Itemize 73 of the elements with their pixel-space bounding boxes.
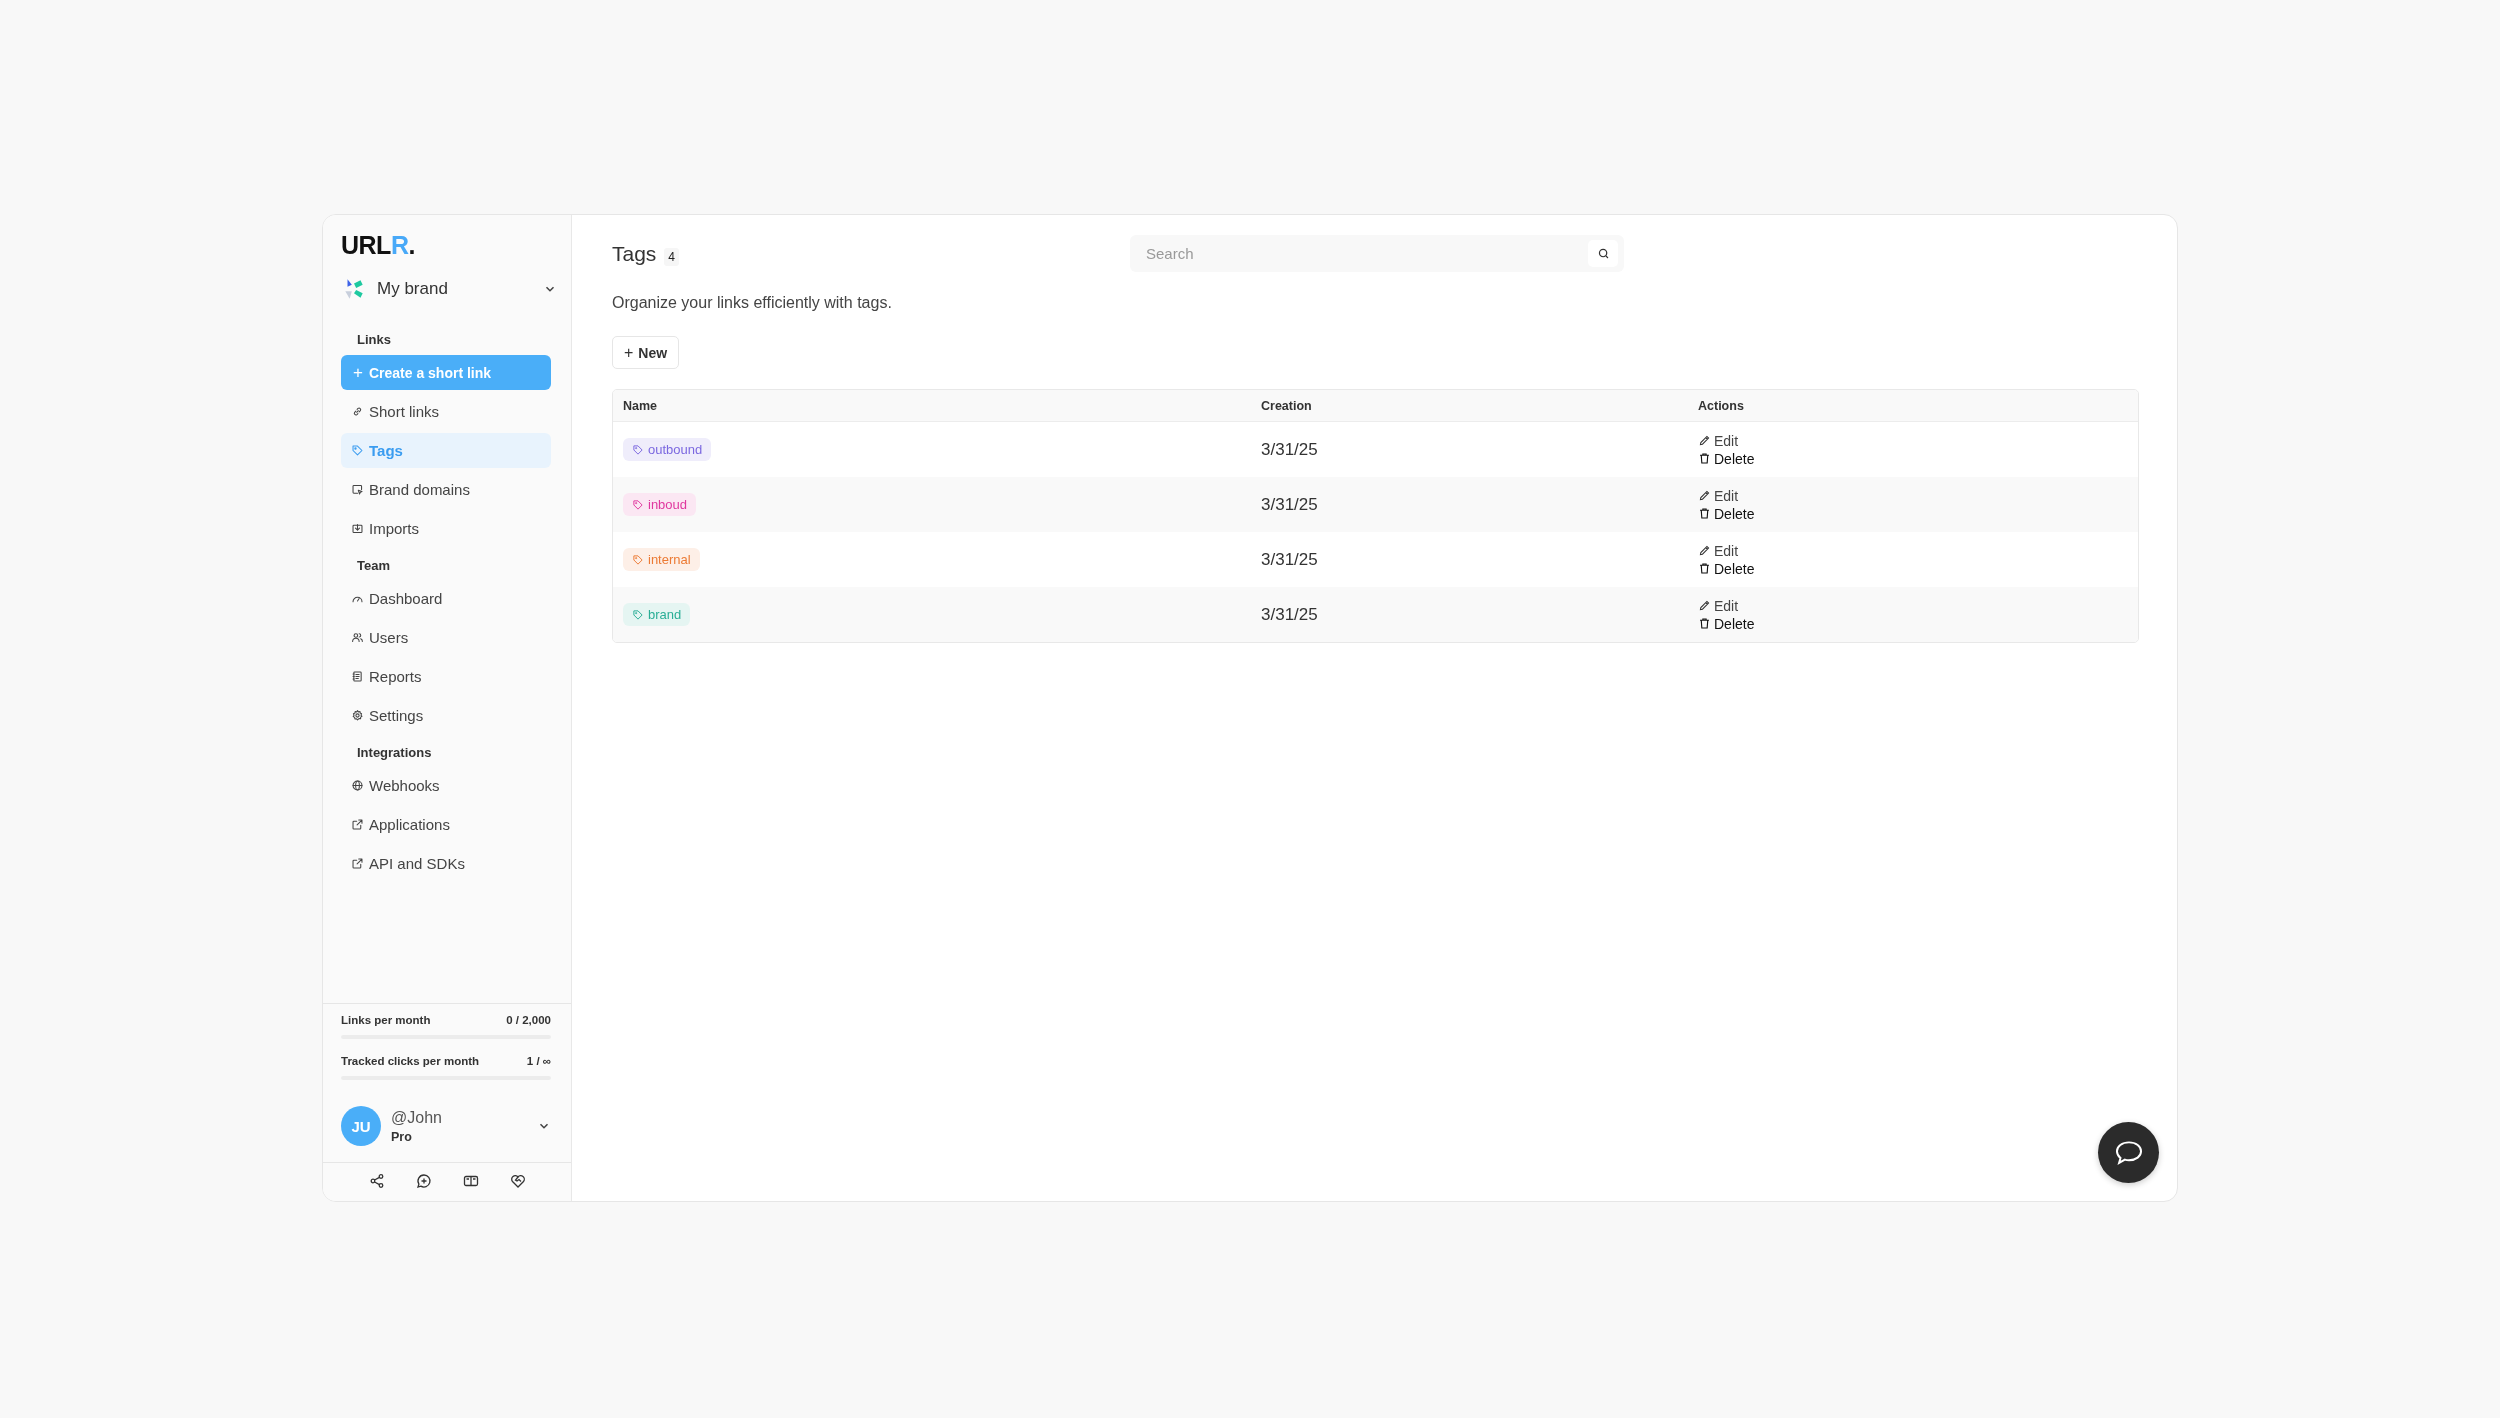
chat-button[interactable] [2098,1122,2159,1183]
nav-item[interactable]: Reports [341,659,551,694]
column-header: Creation [1261,398,1312,413]
usage-label: Tracked clicks per month [341,1055,480,1067]
users-icon [351,631,364,644]
tag-icon [632,443,644,456]
delete-link[interactable]: Delete [1698,505,1755,522]
nav-item[interactable]: Webhooks [341,768,551,803]
trash-icon [1698,507,1711,520]
page-description: Organize your links efficiently with tags. [612,294,893,312]
section-heading: Team [357,558,390,573]
section-heading: Integrations [357,745,432,760]
usage-reading: 1 / ∞ [526,1055,551,1067]
tag-icon [351,444,364,457]
delete-link[interactable]: Delete [1698,560,1755,577]
count-badge: 4 [664,247,680,266]
nav-item[interactable]: Dashboard [341,581,551,616]
chat-plus-icon[interactable] [415,1173,432,1189]
nav-item[interactable]: Applications [341,807,551,842]
report-icon [351,670,364,683]
delete-link[interactable]: Delete [1698,450,1755,467]
user-plan: Pro [391,1129,412,1144]
nav-item[interactable]: Brand domains [341,472,551,507]
delete-link[interactable]: Delete [1698,615,1755,632]
tag-icon [632,498,644,511]
tag-icon [632,553,644,566]
table-cell: 3/31/25 [1261,494,1318,515]
trash-icon [1698,562,1711,575]
edit-link[interactable]: Edit [1698,487,1739,504]
globe-icon [351,779,364,792]
edit-link[interactable]: Edit [1698,432,1739,449]
section-heading: Links [357,332,391,347]
share-icon[interactable] [368,1173,385,1189]
external-link-icon [351,818,364,831]
external-link-icon [351,857,364,870]
column-header: Name [623,398,658,413]
heart-handshake-icon[interactable] [509,1173,526,1189]
pencil-icon [1698,434,1711,447]
edit-link[interactable]: Edit [1698,542,1739,559]
usage-reading: 0 / 2,000 [506,1014,551,1026]
usage-label: Links per month [341,1014,431,1026]
link-icon [351,405,364,418]
edit-link[interactable]: Edit [1698,597,1739,614]
pencil-icon [1698,489,1711,502]
workspace-switcher[interactable]: My brand [341,274,557,304]
user-menu[interactable]: JU @John Pro [323,1100,571,1163]
nav-item[interactable]: Users [341,620,551,655]
tag-chip[interactable]: outbound [623,438,712,461]
user-handle: @John [391,1108,442,1127]
table-cell: 3/31/25 [1261,604,1318,625]
nav-item[interactable]: Imports [341,511,551,546]
pencil-icon [1698,544,1711,557]
search-button[interactable] [1588,240,1618,267]
page-title: Tags [612,241,657,266]
search-field[interactable]: Search [1130,235,1624,272]
search-icon [1596,247,1610,260]
nav-item[interactable]: Settings [341,698,551,733]
domain-icon [351,483,364,496]
nav-item[interactable]: API and SDKs [341,846,551,881]
new-button[interactable]: + New [612,336,680,369]
table-cell: 3/31/25 [1261,439,1318,460]
pencil-icon [1698,599,1711,612]
avatar: JU [341,1106,381,1146]
import-icon [351,522,364,535]
book-icon[interactable] [462,1173,479,1189]
tag-icon [632,608,644,621]
nav-item[interactable]: Short links [341,394,551,429]
logo: URLR. [341,231,415,260]
column-header: Actions [1698,398,1744,413]
trash-icon [1698,452,1711,465]
gear-icon [351,709,364,722]
table-cell: 3/31/25 [1261,549,1318,570]
trash-icon [1698,617,1711,630]
